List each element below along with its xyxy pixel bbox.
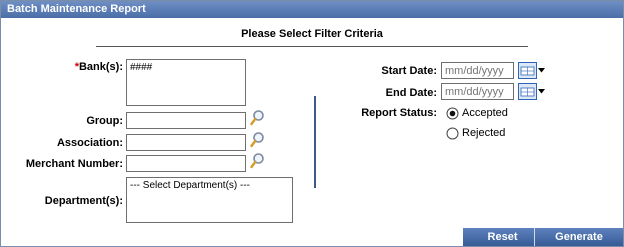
banks-label-text: Bank(s): bbox=[78, 61, 123, 73]
banks-label: *Bank(s): bbox=[61, 61, 123, 73]
start-date-label: Start Date: bbox=[381, 65, 437, 77]
report-panel: Batch Maintenance Report Please Select F… bbox=[0, 0, 624, 247]
column-divider bbox=[314, 96, 316, 188]
association-search-icon[interactable] bbox=[250, 132, 264, 148]
end-date-input[interactable] bbox=[441, 83, 514, 100]
generate-button[interactable]: Generate bbox=[535, 228, 623, 246]
filter-heading: Please Select Filter Criteria bbox=[241, 28, 383, 40]
association-input[interactable] bbox=[126, 134, 246, 151]
group-label: Group: bbox=[86, 115, 123, 127]
start-date-input[interactable] bbox=[441, 62, 514, 79]
radio-rejected[interactable] bbox=[446, 127, 459, 140]
heading-divider bbox=[96, 46, 528, 47]
association-label: Association: bbox=[56, 137, 123, 149]
banks-value: #### bbox=[130, 62, 153, 73]
merchant-number-input[interactable] bbox=[126, 155, 246, 172]
merchant-search-icon[interactable] bbox=[250, 153, 264, 169]
end-date-label: End Date: bbox=[385, 87, 437, 99]
start-date-calendar-icon[interactable] bbox=[518, 62, 546, 79]
department-label: Department(s): bbox=[44, 195, 123, 207]
panel-title: Batch Maintenance Report bbox=[1, 1, 623, 18]
merchant-number-label: Merchant Number: bbox=[25, 158, 123, 170]
radio-accepted[interactable] bbox=[446, 107, 459, 120]
radio-rejected-label[interactable]: Rejected bbox=[462, 127, 505, 139]
department-listbox[interactable]: --- Select Department(s) --- bbox=[126, 177, 293, 223]
report-status-label: Report Status: bbox=[361, 107, 437, 119]
end-date-calendar-icon[interactable] bbox=[518, 83, 546, 100]
reset-button[interactable]: Reset bbox=[471, 228, 534, 246]
banks-listbox[interactable]: #### bbox=[126, 59, 246, 106]
radio-accepted-label[interactable]: Accepted bbox=[462, 107, 508, 119]
group-search-icon[interactable] bbox=[250, 110, 264, 126]
group-input[interactable] bbox=[126, 112, 246, 129]
department-option[interactable]: --- Select Department(s) --- bbox=[130, 180, 250, 191]
